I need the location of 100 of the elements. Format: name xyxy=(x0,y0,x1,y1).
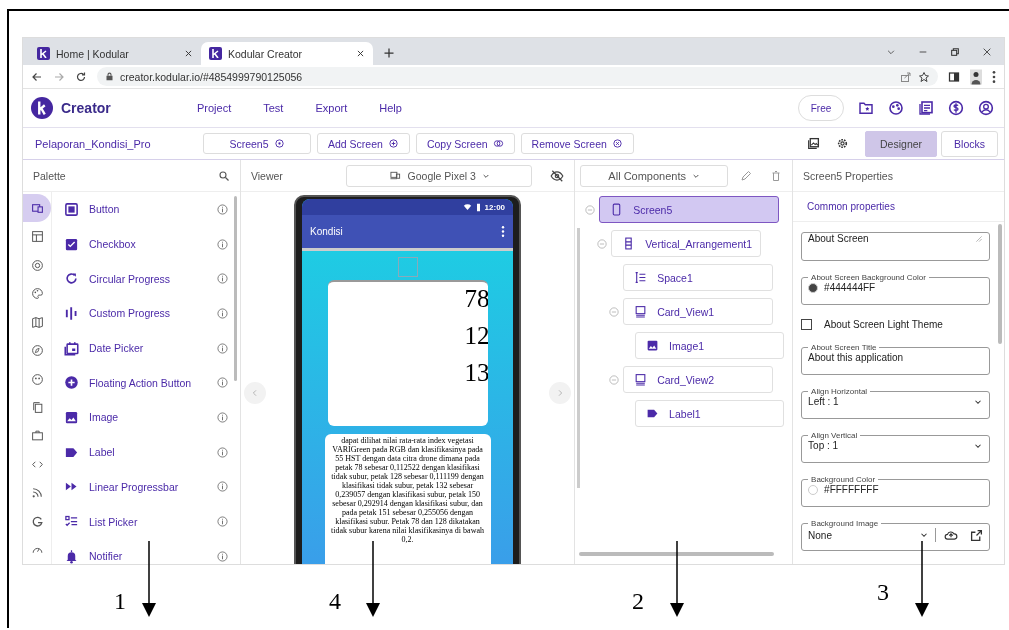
forward-icon xyxy=(53,70,65,83)
browser-tab[interactable]: Kodular Creator xyxy=(201,42,373,65)
more-icon xyxy=(992,70,996,83)
image-icon xyxy=(646,339,660,352)
collapse-icon xyxy=(609,306,620,317)
tree-item[interactable]: Card_View1 xyxy=(623,298,774,325)
open-external-icon xyxy=(970,528,983,542)
field-value: About Screen xyxy=(808,233,870,244)
select-field[interactable]: Align Horizontal Left : 1 xyxy=(801,387,990,419)
palette-item[interactable]: Custom Progress xyxy=(60,296,232,331)
info-icon xyxy=(216,516,228,528)
info-icon xyxy=(216,307,228,319)
tag-icon xyxy=(646,407,660,420)
card-icon xyxy=(634,305,648,318)
more-icon xyxy=(501,226,506,237)
filter-dropdown[interactable]: All Components xyxy=(580,164,729,187)
palette-item[interactable]: Image xyxy=(60,400,232,435)
screen-action-button[interactable]: Remove Screen xyxy=(520,133,634,154)
tree-item[interactable]: Image1 xyxy=(635,332,785,359)
field-label: Background Color xyxy=(810,475,877,484)
layout-icon xyxy=(30,230,44,244)
screen-action-button[interactable]: Add Screen xyxy=(317,133,410,154)
field-value: #FFFFFFFF xyxy=(824,484,880,495)
bars-icon xyxy=(64,305,79,321)
app-bar-title: Kondisi xyxy=(310,226,344,237)
calendar-icon xyxy=(64,340,79,356)
color-field[interactable]: About Screen Background Color #444444FF xyxy=(801,273,990,305)
checkbox[interactable] xyxy=(801,318,813,330)
palette-item[interactable]: Notifier xyxy=(60,538,232,564)
close-icon xyxy=(356,49,365,58)
text-field[interactable]: About Screen Title About this application xyxy=(801,343,990,375)
new-tab-icon[interactable] xyxy=(383,47,395,59)
resize-handle-icon xyxy=(975,234,983,243)
tree-item[interactable]: Label1 xyxy=(635,400,785,427)
bell-icon xyxy=(64,548,79,564)
chevron-left-icon xyxy=(250,389,259,397)
palette-item[interactable]: Floating Action Button xyxy=(60,365,232,401)
app-logo-icon xyxy=(209,47,222,60)
palette-item[interactable]: List Picker xyxy=(60,504,232,539)
address-bar[interactable]: creator.kodular.io/#4854999790125056 xyxy=(97,67,938,86)
eye-off-icon xyxy=(550,168,565,183)
select-field[interactable]: Background Image None xyxy=(801,519,990,551)
plan-button[interactable]: Free xyxy=(798,95,844,121)
palette-item[interactable]: Label xyxy=(60,434,232,470)
tree-item[interactable]: Vertical_Arrangement1 xyxy=(611,230,762,257)
menu-item[interactable]: Export xyxy=(315,102,348,114)
battery-icon xyxy=(475,202,481,212)
briefcase-icon xyxy=(30,429,44,443)
settings-icon xyxy=(836,137,850,150)
tree-item[interactable]: Screen5 xyxy=(599,196,780,223)
menu-item[interactable]: Project xyxy=(197,102,232,114)
select-field[interactable]: Align Vertical Top : 1 xyxy=(801,431,990,463)
category-tab[interactable] xyxy=(23,194,51,223)
mode-tab[interactable]: Designer xyxy=(865,130,938,157)
close-icon xyxy=(982,46,992,57)
reload-icon xyxy=(75,70,87,83)
mode-tab[interactable]: Blocks xyxy=(941,130,998,157)
restore-icon xyxy=(950,46,960,57)
color-field[interactable]: Background Color #FFFFFFFF xyxy=(801,475,990,507)
square-icon xyxy=(64,201,79,217)
cloud-upload-icon xyxy=(944,528,958,542)
info-icon xyxy=(216,273,228,285)
search-icon xyxy=(217,169,230,182)
info-icon xyxy=(216,481,228,493)
screen-action-button[interactable]: Copy Screen xyxy=(415,133,515,154)
info-icon xyxy=(216,550,228,562)
panel-title: Palette xyxy=(33,169,67,182)
palette-item[interactable]: Circular Progress xyxy=(60,261,232,297)
tree-item[interactable]: Space1 xyxy=(623,264,774,291)
tree-item[interactable]: Card_View2 xyxy=(623,366,774,393)
screen-dropdown[interactable]: Screen5 xyxy=(203,133,311,154)
gallery-icon xyxy=(807,137,821,150)
browser-tab[interactable]: Home | Kodular xyxy=(29,42,201,65)
space-placeholder xyxy=(397,257,418,277)
face-circle-icon xyxy=(30,372,44,386)
palette-item[interactable]: Button xyxy=(60,192,232,227)
map-icon xyxy=(30,315,44,329)
menu-item[interactable]: Test xyxy=(263,102,284,114)
device-dropdown[interactable]: Google Pixel 3 xyxy=(346,164,533,187)
info-icon xyxy=(216,411,228,423)
collapse-icon xyxy=(585,204,596,215)
copy-icon xyxy=(30,401,44,414)
panel-title: Viewer xyxy=(250,169,283,182)
annotation-number: 1 xyxy=(114,589,126,613)
compass-icon xyxy=(30,344,44,358)
avatar-icon xyxy=(970,68,982,85)
palette-item[interactable]: Date Picker xyxy=(60,330,232,366)
document-icon xyxy=(918,100,934,116)
menu-item[interactable]: Help xyxy=(379,102,402,114)
trash-icon xyxy=(770,169,783,182)
wifi-icon xyxy=(462,203,472,211)
panel-title: Screen5 Properties xyxy=(803,169,893,182)
text-area[interactable]: About Screen xyxy=(801,232,990,261)
palette-item[interactable]: Checkbox xyxy=(60,226,232,262)
side-panel-icon xyxy=(948,70,960,83)
feed-icon xyxy=(30,486,44,500)
palette-item[interactable]: Linear Progressbar xyxy=(60,469,232,505)
card-icon xyxy=(634,373,648,386)
annotation-number: 3 xyxy=(877,580,889,604)
section-link[interactable]: Common properties xyxy=(807,201,895,212)
